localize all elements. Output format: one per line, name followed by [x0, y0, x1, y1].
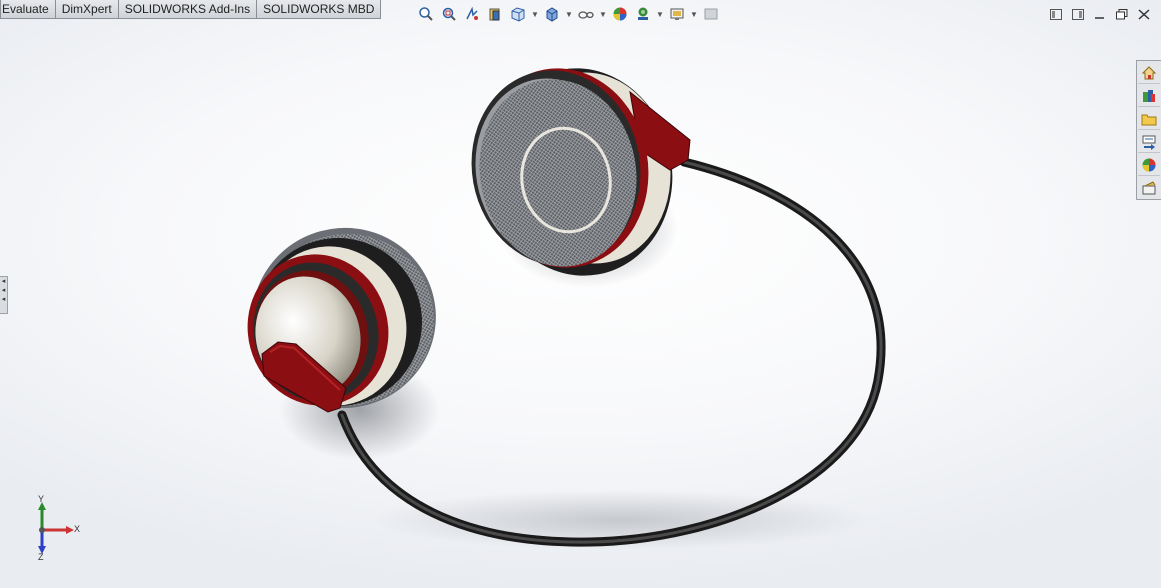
triad-y-label: Y [38, 494, 45, 504]
triad-z-label: Z [38, 552, 44, 562]
graphics-area[interactable] [0, 0, 1161, 588]
reference-triad: Y X Z [30, 494, 90, 564]
triad-x-label: X [74, 524, 81, 534]
